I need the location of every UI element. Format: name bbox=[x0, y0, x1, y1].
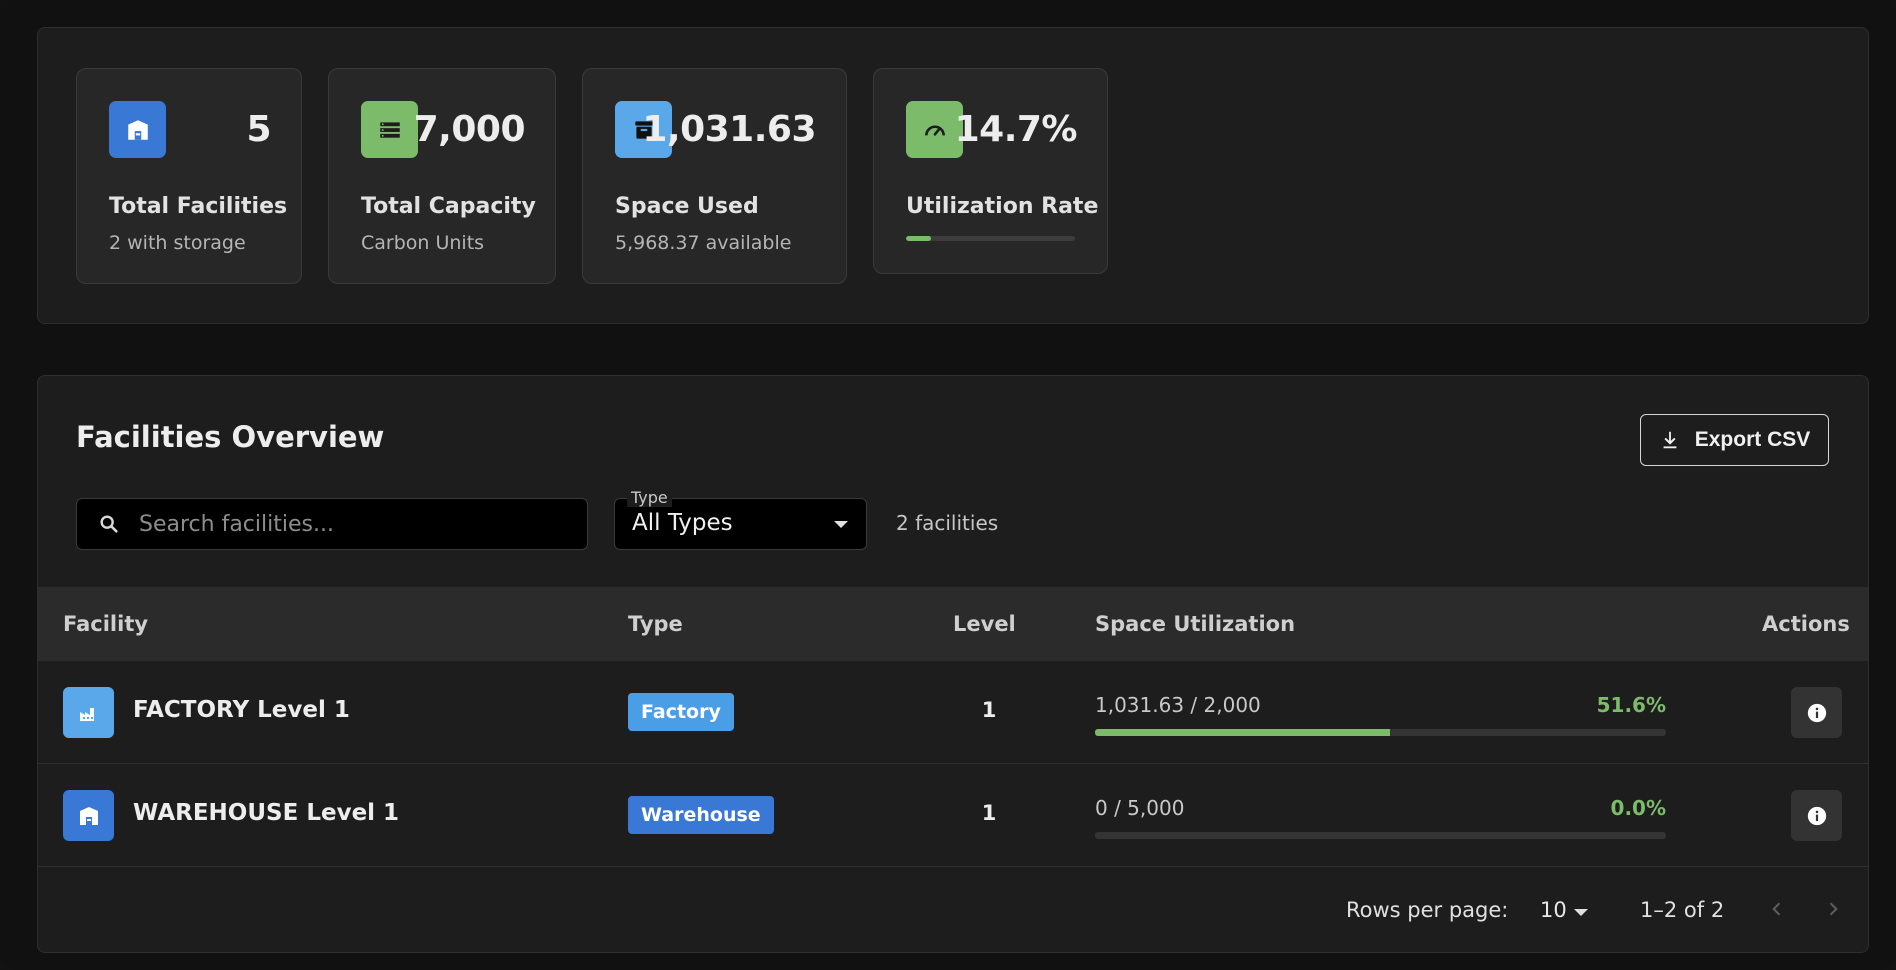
column-header-actions: Actions bbox=[1762, 612, 1850, 636]
utilization-text: 0 / 5,000 bbox=[1095, 796, 1185, 820]
info-button[interactable] bbox=[1791, 790, 1842, 841]
type-filter-value: All Types bbox=[632, 510, 733, 536]
facility-level: 1 bbox=[981, 801, 997, 825]
facility-level: 1 bbox=[981, 698, 997, 722]
utilization-percent: 0.0% bbox=[1610, 796, 1666, 820]
facilities-overview-panel: Facilities Overview Export CSV Type All … bbox=[37, 375, 1869, 953]
table-row[interactable]: WAREHOUSE Level 1 Warehouse 1 0 / 5,000 … bbox=[38, 764, 1868, 867]
stat-label: Total Facilities bbox=[109, 194, 288, 219]
stat-card-total-facilities: 5 Total Facilities 2 with storage bbox=[76, 68, 302, 284]
stat-value: 5 bbox=[246, 109, 271, 150]
column-header-utilization[interactable]: Space Utilization bbox=[1095, 612, 1295, 636]
search-field[interactable] bbox=[76, 498, 588, 550]
stat-value: 7,000 bbox=[413, 109, 526, 150]
table-header: Facility Type Level Space Utilization Ac… bbox=[38, 587, 1868, 661]
stat-sub: 2 with storage bbox=[109, 232, 246, 254]
stat-value: 1,031.63 bbox=[642, 109, 816, 150]
type-chip: Warehouse bbox=[628, 796, 774, 834]
stat-card-total-capacity: 7,000 Total Capacity Carbon Units bbox=[328, 68, 556, 284]
info-icon bbox=[1807, 703, 1826, 722]
rows-per-page-label: Rows per page: bbox=[1346, 898, 1509, 922]
export-csv-label: Export CSV bbox=[1694, 428, 1811, 451]
caret-down-icon bbox=[1574, 909, 1588, 916]
search-icon bbox=[97, 512, 121, 536]
factory-icon bbox=[63, 687, 114, 738]
facility-name: FACTORY Level 1 bbox=[133, 697, 350, 723]
stat-label: Total Capacity bbox=[361, 194, 536, 219]
previous-page-button[interactable] bbox=[1759, 891, 1795, 927]
utilization-bar bbox=[1095, 729, 1666, 736]
type-filter-legend: Type bbox=[627, 489, 672, 507]
utilization-percent: 51.6% bbox=[1596, 693, 1666, 717]
search-input[interactable] bbox=[139, 511, 559, 537]
type-chip: Factory bbox=[628, 693, 734, 731]
utilization-progress-fill bbox=[906, 236, 931, 241]
pagination-range: 1–2 of 2 bbox=[1640, 898, 1725, 922]
stats-panel: 5 Total Facilities 2 with storage 7,000 … bbox=[37, 27, 1869, 324]
stat-label: Utilization Rate bbox=[906, 194, 1099, 219]
info-button[interactable] bbox=[1791, 687, 1842, 738]
storage-icon bbox=[361, 101, 418, 158]
column-header-type[interactable]: Type bbox=[628, 612, 683, 636]
column-header-facility[interactable]: Facility bbox=[63, 612, 148, 636]
chevron-left-icon bbox=[1772, 902, 1781, 916]
facility-count: 2 facilities bbox=[896, 511, 999, 535]
column-header-level[interactable]: Level bbox=[953, 612, 1016, 636]
utilization-bar bbox=[1095, 832, 1666, 839]
utilization-bar-fill bbox=[1095, 729, 1390, 736]
type-filter-select[interactable]: Type All Types bbox=[614, 489, 867, 550]
warehouse-icon bbox=[109, 101, 166, 158]
table-row[interactable]: FACTORY Level 1 Factory 1 1,031.63 / 2,0… bbox=[38, 661, 1868, 764]
chevron-right-icon bbox=[1829, 902, 1838, 916]
section-title: Facilities Overview bbox=[76, 420, 385, 454]
rows-per-page-value: 10 bbox=[1540, 898, 1567, 922]
stat-card-utilization-rate: 14.7% Utilization Rate bbox=[873, 68, 1108, 274]
stat-label: Space Used bbox=[615, 194, 759, 219]
stat-sub: 5,968.37 available bbox=[615, 232, 792, 254]
rows-per-page-select[interactable]: 10 bbox=[1528, 894, 1598, 928]
export-csv-button[interactable]: Export CSV bbox=[1640, 414, 1829, 466]
caret-down-icon bbox=[834, 521, 848, 528]
next-page-button[interactable] bbox=[1815, 891, 1851, 927]
app-frame: 5 Total Facilities 2 with storage 7,000 … bbox=[0, 0, 1896, 970]
download-icon bbox=[1659, 429, 1681, 451]
stat-card-space-used: 1,031.63 Space Used 5,968.37 available bbox=[582, 68, 847, 284]
utilization-progress-bar bbox=[906, 236, 1075, 241]
info-icon bbox=[1807, 806, 1826, 825]
warehouse-icon bbox=[63, 790, 114, 841]
utilization-text: 1,031.63 / 2,000 bbox=[1095, 693, 1261, 717]
facility-name: WAREHOUSE Level 1 bbox=[133, 800, 400, 826]
stat-value: 14.7% bbox=[954, 109, 1078, 150]
stat-sub: Carbon Units bbox=[361, 232, 485, 254]
